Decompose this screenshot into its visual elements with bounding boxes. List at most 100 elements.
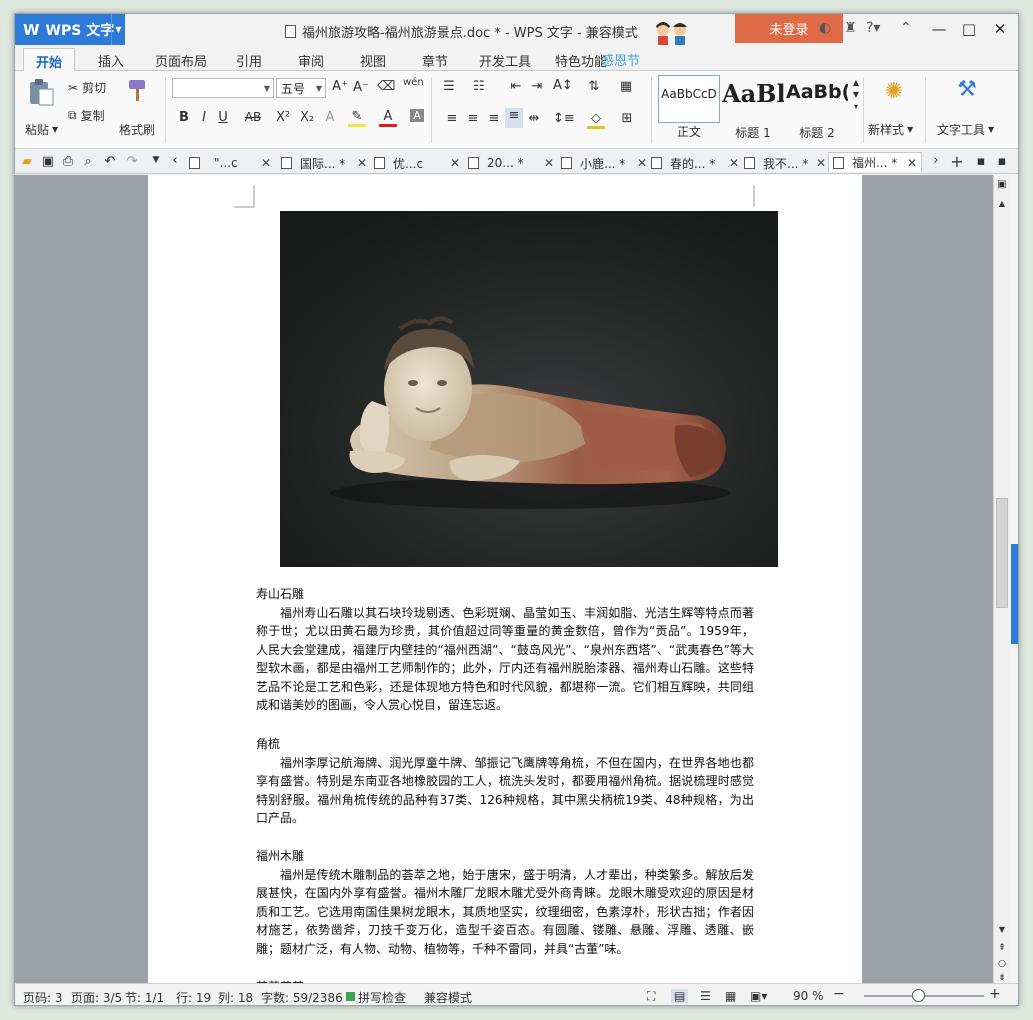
highlight-icon[interactable]: ✎ <box>348 109 366 127</box>
prev-page-icon[interactable]: ⇞ <box>993 943 1011 953</box>
borders-icon[interactable]: ⊞ <box>618 111 636 126</box>
close-tab-icon[interactable]: ✕ <box>816 156 826 170</box>
skin-icon[interactable]: ◐ <box>819 20 831 36</box>
tab-references[interactable]: 引用 <box>236 51 262 70</box>
distribute-icon[interactable]: ⇹ <box>525 111 543 126</box>
word-count[interactable]: 字数: 59/2386 <box>261 989 343 1005</box>
doc-tab[interactable]: 小鹿... * ✕ <box>561 153 647 173</box>
print-preview-icon[interactable]: ⌕ <box>79 154 97 169</box>
select-browse-object-icon[interactable]: ○ <box>993 959 1011 969</box>
shading-icon[interactable]: ◇ <box>587 111 605 129</box>
grow-font-icon[interactable]: A⁺ <box>331 79 349 94</box>
new-style-button[interactable]: 新样式 ▼ <box>868 121 913 138</box>
table-border-icon[interactable]: ▦ <box>617 79 635 94</box>
document-page[interactable]: 寿山石雕 福州寿山石雕以其石块玲珑剔透、色彩斑斓、晶莹如玉、丰润如脂、光洁生辉等… <box>148 175 862 994</box>
tab-review[interactable]: 审阅 <box>298 51 324 70</box>
minimize-button[interactable]: — <box>925 18 953 40</box>
align-center-icon[interactable]: ≡ <box>464 111 482 126</box>
paste-button[interactable]: 粘贴 ▼ <box>25 121 58 138</box>
next-page-icon[interactable]: ⇟ <box>993 973 1011 983</box>
tab-list-icon[interactable]: ▪ <box>972 154 990 169</box>
app-menu-button[interactable]: W WPS 文字 ▼ <box>15 14 125 45</box>
outline-view-icon[interactable]: ☰ <box>700 989 711 1003</box>
new-style-icon[interactable]: ✺ <box>879 79 909 104</box>
numbering-icon[interactable]: ☷ <box>470 79 488 94</box>
bold-button[interactable]: B <box>175 110 193 125</box>
change-case-icon[interactable]: A↕ <box>553 78 573 93</box>
close-tab-icon[interactable]: ✕ <box>261 156 271 170</box>
reading-view-icon[interactable]: ▦ <box>725 989 736 1003</box>
print-icon[interactable]: ⎙ <box>59 154 77 169</box>
line-spacing-icon[interactable]: ↕≡ <box>553 111 575 126</box>
page-view-icon[interactable]: ▤ <box>671 989 689 1003</box>
text-effect-icon[interactable]: A <box>321 110 339 125</box>
tab-view[interactable]: 视图 <box>360 51 386 70</box>
style-heading-2[interactable]: AaBb( 标题 2 <box>786 75 848 140</box>
italic-button[interactable]: I <box>195 110 213 125</box>
subscript-button[interactable]: X₂ <box>296 110 318 125</box>
copy-button[interactable]: ⧉ 复制 <box>68 107 105 124</box>
paste-icon[interactable] <box>27 77 55 107</box>
web-view-icon[interactable]: ▣▾ <box>750 989 767 1003</box>
tab-insert[interactable]: 插入 <box>98 51 124 70</box>
styles-scroll-icon[interactable]: ▲ ▼ ▾ <box>850 77 862 113</box>
text-tools-button[interactable]: 文字工具 ▼ <box>937 121 994 138</box>
decrease-indent-icon[interactable]: ⇤ <box>507 79 525 94</box>
format-painter-button[interactable]: 格式刷 <box>119 121 155 138</box>
open-folder-icon[interactable]: ▰ <box>18 154 36 169</box>
fullscreen-icon[interactable]: ⛶ <box>647 989 655 1004</box>
close-tab-icon[interactable]: ✕ <box>637 156 647 170</box>
collapse-ribbon-icon[interactable]: ⌃ <box>900 20 912 36</box>
quick-access-dropdown-icon[interactable]: ▼ <box>147 155 165 165</box>
sort-icon[interactable]: ⇅ <box>585 79 603 94</box>
doc-tab[interactable]: 春的... * ✕ <box>651 153 739 173</box>
doc-tab[interactable]: 优...c ✕ <box>374 153 460 173</box>
zoom-out-button[interactable]: − <box>833 986 845 1002</box>
help-icon[interactable]: ?▾ <box>866 20 880 36</box>
clear-format-icon[interactable]: ⌫ <box>377 79 395 94</box>
superscript-button[interactable]: X² <box>272 110 294 125</box>
zoom-in-button[interactable]: + <box>989 986 1001 1002</box>
format-painter-icon[interactable] <box>125 77 151 105</box>
font-color-button[interactable]: A <box>379 109 397 127</box>
doc-tab[interactable]: "...c ✕ <box>189 153 271 173</box>
style-heading-1[interactable]: AaBl 标题 1 <box>722 75 784 140</box>
close-tab-icon[interactable]: ✕ <box>544 156 554 170</box>
bullets-icon[interactable]: ☰ <box>440 79 458 94</box>
tab-page-layout[interactable]: 页面布局 <box>155 51 207 70</box>
page-count[interactable]: 页面: 3/5 <box>71 989 122 1005</box>
char-shading-icon[interactable]: A <box>410 109 424 122</box>
shrink-font-icon[interactable]: A⁻ <box>352 80 370 95</box>
tabs-next-icon[interactable]: › <box>927 153 945 168</box>
zoom-value[interactable]: 90 % <box>793 989 824 1003</box>
text-tools-icon[interactable]: ⚒ <box>953 77 981 102</box>
underline-button[interactable]: U <box>214 110 232 125</box>
scroll-up-icon[interactable]: ▲ <box>993 199 1011 208</box>
scroll-down-icon[interactable]: ▼ <box>993 925 1011 934</box>
undo-icon[interactable]: ↶ <box>101 154 119 169</box>
shirt-icon[interactable]: ♜ <box>844 20 857 36</box>
spell-check-button[interactable]: 拼写检查 <box>358 989 406 1005</box>
tabs-prev-icon[interactable]: ‹ <box>166 153 184 168</box>
tab-home[interactable]: 开始 <box>23 48 76 71</box>
increase-indent-icon[interactable]: ⇥ <box>528 79 546 94</box>
jade-figure-photo[interactable] <box>280 211 778 567</box>
zoom-slider-knob[interactable] <box>911 989 925 1002</box>
align-left-icon[interactable]: ≡ <box>443 111 461 126</box>
align-right-icon[interactable]: ≡ <box>485 111 503 126</box>
justify-icon[interactable]: ≡ <box>505 108 523 128</box>
tab-settings-icon[interactable]: ▪ <box>993 154 1011 169</box>
doc-tab[interactable]: 国际... * ✕ <box>281 153 367 173</box>
font-name-select[interactable]: ▼ <box>172 78 274 98</box>
vertical-scrollbar[interactable]: ▣ ▲ ▼ ⇞ ○ ⇟ <box>993 175 1009 983</box>
scrollbar-settings-icon[interactable]: ▣ <box>993 179 1011 190</box>
close-tab-icon[interactable]: ✕ <box>450 156 460 170</box>
doc-tab[interactable]: 20... * ✕ <box>468 153 554 173</box>
side-panel-handle[interactable] <box>1011 544 1018 644</box>
tab-developer[interactable]: 开发工具 <box>479 51 531 70</box>
font-size-select[interactable]: 五号 ▼ <box>276 78 326 98</box>
phonetic-guide-icon[interactable]: wén <box>403 77 424 88</box>
maximize-button[interactable]: □ <box>955 18 983 40</box>
cut-button[interactable]: ✂ 剪切 <box>68 79 106 96</box>
close-button[interactable]: ✕ <box>986 18 1014 40</box>
